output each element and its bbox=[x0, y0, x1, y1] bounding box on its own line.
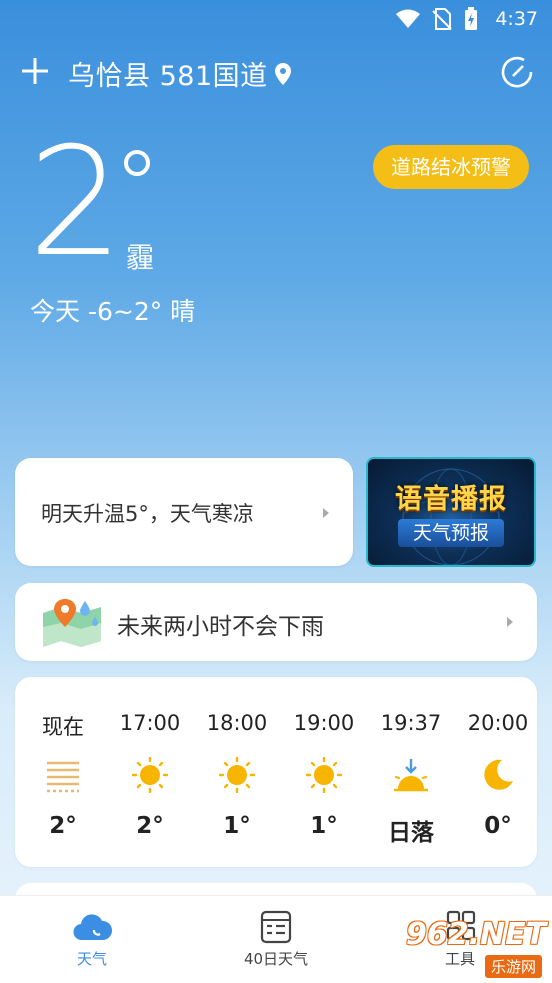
chevron-right-icon bbox=[507, 617, 513, 627]
hourly-forecast-card[interactable]: 现在 2° 17:00 2° 18:00 1° 19:00 1° 19:37 日… bbox=[15, 677, 537, 867]
voice-banner-title: 语音播报 bbox=[395, 484, 507, 515]
rain-forecast-card[interactable]: 未来两小时不会下雨 bbox=[15, 583, 537, 661]
tomorrow-forecast-card[interactable]: 明天升温5°，天气寒凉 bbox=[15, 458, 353, 566]
top-bar: 乌恰县 581国道 bbox=[0, 50, 552, 94]
current-temperature: 2 bbox=[28, 116, 123, 290]
location-title[interactable]: 乌恰县 581国道 bbox=[68, 54, 292, 93]
status-icons bbox=[396, 7, 478, 31]
weather-alert-badge[interactable]: 道路结冰预警 bbox=[373, 145, 529, 189]
nav-tab-weather[interactable]: 天气 bbox=[22, 896, 162, 983]
hourly-item: 18:00 1° bbox=[197, 677, 277, 867]
hour-time: 17:00 bbox=[119, 711, 181, 735]
location-pin-icon bbox=[274, 62, 291, 85]
hour-time: 现在 bbox=[42, 715, 84, 739]
hourly-item: 现在 2° bbox=[23, 677, 103, 867]
hour-time: 19:00 bbox=[293, 711, 355, 735]
add-city-button[interactable] bbox=[20, 56, 50, 86]
hour-time: 18:00 bbox=[206, 711, 268, 735]
no-sim-icon bbox=[432, 8, 452, 30]
hourly-item: 19:37 日落 bbox=[371, 677, 451, 867]
sun-icon bbox=[132, 757, 168, 793]
hour-temp: 1° bbox=[310, 813, 338, 839]
calendar-list-icon bbox=[260, 910, 292, 944]
status-time: 4:37 bbox=[495, 8, 538, 30]
hour-temp: 1° bbox=[223, 813, 251, 839]
status-bar: 4:37 bbox=[0, 0, 552, 38]
battery-charging-icon bbox=[465, 7, 477, 30]
voice-banner-subtitle: 天气预报 bbox=[398, 519, 504, 547]
degree-symbol bbox=[124, 150, 150, 176]
nav-label-weather: 天气 bbox=[76, 950, 107, 968]
voice-broadcast-banner[interactable]: 语音播报 天气预报 bbox=[366, 457, 536, 567]
hour-temp: 0° bbox=[484, 813, 512, 839]
haze-icon bbox=[47, 761, 79, 793]
site-watermark: 962.NET 乐游网 bbox=[406, 917, 546, 979]
location-name: 乌恰县 581国道 bbox=[68, 61, 268, 92]
hour-time: 20:00 bbox=[467, 711, 529, 735]
sun-icon bbox=[306, 757, 342, 793]
cloud-icon bbox=[73, 914, 112, 941]
hour-time: 19:37 bbox=[380, 711, 442, 735]
hourly-item: 19:00 1° bbox=[284, 677, 364, 867]
nav-tab-40-day[interactable]: 40日天气 bbox=[206, 896, 346, 983]
sun-icon bbox=[219, 757, 255, 793]
tomorrow-forecast-text: 明天升温5°，天气寒凉 bbox=[41, 502, 254, 526]
current-condition: 霾 bbox=[126, 241, 155, 274]
hour-temp: 2° bbox=[136, 813, 164, 839]
wifi-icon bbox=[396, 9, 420, 28]
refresh-icon[interactable] bbox=[500, 55, 534, 89]
rain-forecast-text: 未来两小时不会下雨 bbox=[117, 614, 324, 640]
hourly-item: 20:00 0° bbox=[458, 677, 538, 867]
watermark-logo: 962.NET bbox=[406, 917, 547, 952]
today-summary: 今天 -6~2° 晴 bbox=[30, 297, 196, 326]
map-rain-icon bbox=[43, 599, 101, 647]
hourly-item: 17:00 2° bbox=[110, 677, 190, 867]
chevron-right-icon bbox=[323, 508, 329, 518]
moon-icon bbox=[484, 759, 513, 790]
hour-temp: 2° bbox=[49, 813, 77, 839]
sunset-icon bbox=[394, 759, 428, 792]
hour-temp: 日落 bbox=[388, 820, 434, 846]
nav-label-40-day: 40日天气 bbox=[243, 950, 309, 968]
watermark-sub: 乐游网 bbox=[484, 955, 542, 978]
